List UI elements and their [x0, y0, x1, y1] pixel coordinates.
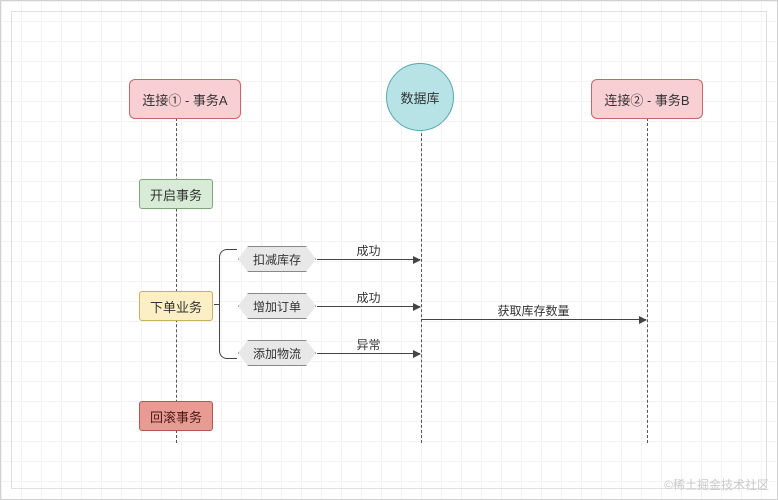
label-order-result: 成功 — [354, 289, 382, 306]
step-order-biz: 下单业务 — [139, 291, 213, 321]
arrow-ship-result: 异常 — [317, 353, 420, 354]
diagram-canvas: 连接① - 事务A 数据库 连接② - 事务B 开启事务 下单业务 回滚事务 扣… — [0, 0, 778, 500]
participant-database: 数据库 — [386, 63, 454, 131]
lifeline-tx-b — [647, 113, 648, 443]
lifeline-tx-a — [176, 113, 177, 443]
label-deduct-result: 成功 — [354, 242, 382, 259]
arrow-order-result: 成功 — [317, 306, 420, 307]
participant-tx-b: 连接② - 事务B — [591, 79, 703, 119]
watermark: ©稀土掘金技术社区 — [664, 476, 769, 493]
op-deduct-stock: 扣减库存 — [238, 246, 316, 272]
label-txb-query: 获取库存数量 — [495, 302, 571, 319]
op-add-shipment: 添加物流 — [238, 340, 316, 366]
arrow-deduct-result: 成功 — [317, 259, 420, 260]
op-add-order: 增加订单 — [238, 293, 316, 319]
label-ship-result: 异常 — [354, 336, 382, 353]
step-rollback: 回滚事务 — [139, 401, 213, 431]
arrow-txb-query: 获取库存数量 — [421, 319, 646, 320]
participant-tx-a: 连接① - 事务A — [129, 79, 241, 119]
lifeline-database — [421, 113, 422, 443]
brace-biz-group — [219, 249, 237, 359]
step-begin-tx: 开启事务 — [139, 179, 213, 209]
